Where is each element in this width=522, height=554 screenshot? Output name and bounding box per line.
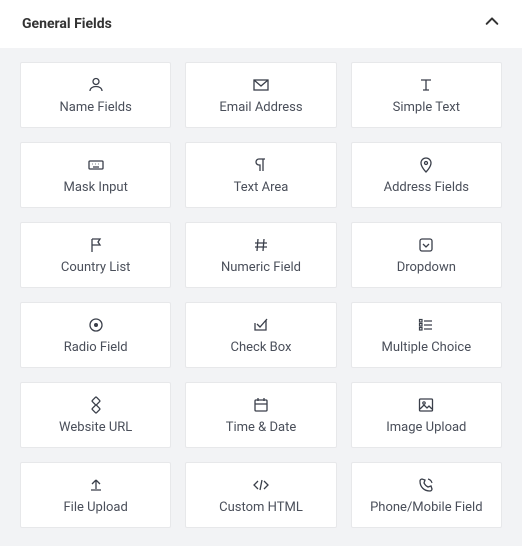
flag-icon xyxy=(87,236,105,254)
field-tile[interactable]: File Upload xyxy=(20,462,171,528)
phone-icon xyxy=(417,476,435,494)
field-tile[interactable]: Text Area xyxy=(185,142,336,208)
field-tile-label: File Upload xyxy=(63,500,127,515)
panel-header[interactable]: General Fields xyxy=(0,0,522,48)
field-tile-label: Text Area xyxy=(234,180,289,195)
field-tile-label: Mask Input xyxy=(63,180,127,195)
panel-body: Name Fields Email Address Simple Text Mask … xyxy=(0,48,522,546)
upload-icon xyxy=(87,476,105,494)
field-tile-label: Radio Field xyxy=(64,340,128,355)
field-tile[interactable]: Address Fields xyxy=(351,142,502,208)
text-icon xyxy=(417,76,435,94)
user-icon xyxy=(87,76,105,94)
field-tile[interactable]: Phone/Mobile Field xyxy=(351,462,502,528)
field-tile-label: Name Fields xyxy=(60,100,132,115)
image-icon xyxy=(417,396,435,414)
dropdown-icon xyxy=(417,236,435,254)
list-icon xyxy=(417,316,435,334)
field-tile-label: Numeric Field xyxy=(221,260,301,275)
mail-icon xyxy=(252,76,270,94)
field-tile-label: Check Box xyxy=(231,340,292,355)
paragraph-icon xyxy=(252,156,270,174)
field-tile[interactable]: Multiple Choice xyxy=(351,302,502,368)
calendar-icon xyxy=(252,396,270,414)
hash-icon xyxy=(252,236,270,254)
keyboard-icon xyxy=(87,156,105,174)
field-tile[interactable]: Website URL xyxy=(20,382,171,448)
field-tile[interactable]: Custom HTML xyxy=(185,462,336,528)
field-tile-label: Custom HTML xyxy=(219,500,303,515)
field-tile-label: Address Fields xyxy=(384,180,469,195)
chevron-up-icon[interactable] xyxy=(484,14,500,34)
radio-icon xyxy=(87,316,105,334)
field-tile[interactable]: Image Upload xyxy=(351,382,502,448)
field-tile-label: Image Upload xyxy=(386,420,466,435)
check-icon xyxy=(252,316,270,334)
field-tile[interactable]: Country List xyxy=(20,222,171,288)
field-tile-label: Phone/Mobile Field xyxy=(370,500,482,515)
field-tile[interactable]: Check Box xyxy=(185,302,336,368)
field-tile[interactable]: Mask Input xyxy=(20,142,171,208)
field-tile[interactable]: Numeric Field xyxy=(185,222,336,288)
field-tile[interactable]: Name Fields xyxy=(20,62,171,128)
field-tile[interactable]: Simple Text xyxy=(351,62,502,128)
field-tile[interactable]: Time & Date xyxy=(185,382,336,448)
fields-grid: Name Fields Email Address Simple Text Mask … xyxy=(20,62,502,528)
link-icon xyxy=(87,396,105,414)
field-tile-label: Email Address xyxy=(219,100,302,115)
field-tile-label: Multiple Choice xyxy=(382,340,472,355)
field-tile[interactable]: Dropdown xyxy=(351,222,502,288)
field-tile-label: Dropdown xyxy=(397,260,456,275)
field-tile[interactable]: Radio Field xyxy=(20,302,171,368)
panel-title: General Fields xyxy=(22,16,112,32)
pin-icon xyxy=(417,156,435,174)
field-tile[interactable]: Email Address xyxy=(185,62,336,128)
field-tile-label: Website URL xyxy=(59,420,132,435)
field-tile-label: Time & Date xyxy=(226,420,297,435)
code-icon xyxy=(252,476,270,494)
field-tile-label: Country List xyxy=(61,260,131,275)
general-fields-panel: General Fields Name Fields Email Address S… xyxy=(0,0,522,546)
field-tile-label: Simple Text xyxy=(393,100,460,115)
